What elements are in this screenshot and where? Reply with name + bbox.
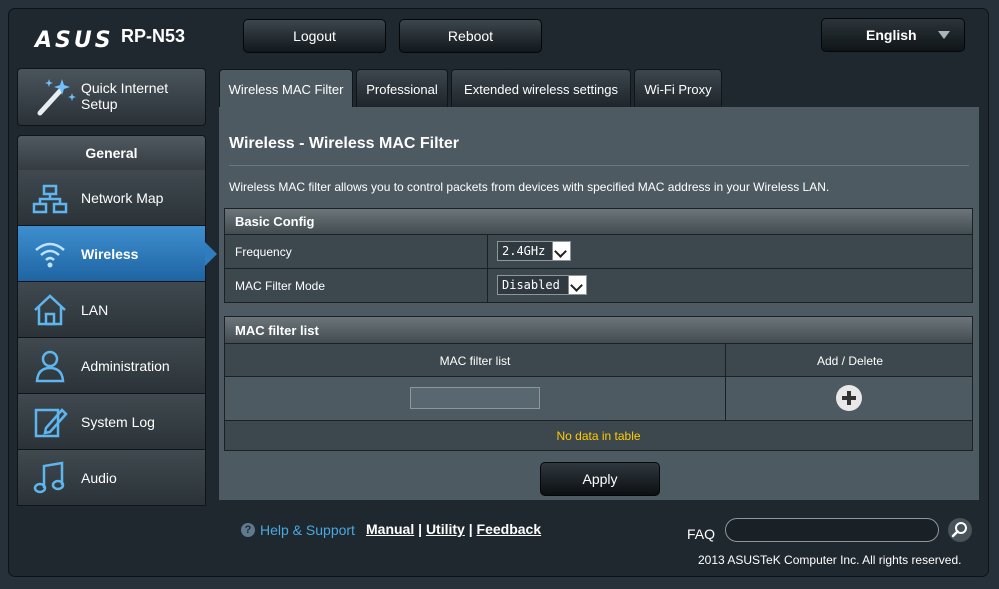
sidebar-item-lan[interactable]: LAN — [17, 282, 206, 338]
column-mac-filter-list: MAC filter list — [439, 354, 511, 368]
user-icon — [35, 350, 65, 383]
utility-link[interactable]: Utility — [426, 521, 465, 537]
house-icon — [34, 294, 66, 326]
quick-internet-setup-button[interactable]: Quick Internet Setup — [17, 68, 206, 126]
page-description: Wireless MAC filter allows you to contro… — [229, 180, 830, 194]
language-select[interactable]: English — [821, 18, 965, 52]
tab-wireless-mac-filter[interactable]: Wireless MAC Filter — [219, 69, 353, 108]
mac-list-columns: MAC filter list Add / Delete — [224, 344, 973, 377]
help-support-link[interactable]: ? Help & Support — [241, 522, 355, 538]
copyright: 2013 ASUSTeK Computer Inc. All rights re… — [698, 553, 962, 567]
sidebar-item-label: Wireless — [81, 246, 139, 262]
mac-address-input[interactable] — [410, 387, 540, 409]
tab-professional[interactable]: Professional — [356, 69, 448, 108]
title-divider — [229, 165, 969, 166]
frequency-select[interactable]: 2.4GHz — [497, 241, 571, 261]
search-button[interactable] — [948, 518, 972, 542]
mac-filter-list-header: MAC filter list — [224, 316, 973, 344]
add-plus-icon[interactable] — [836, 385, 862, 411]
faq-label: FAQ — [687, 526, 716, 542]
sidebar-item-network-map[interactable]: Network Map — [17, 170, 206, 226]
sidebar-item-label: System Log — [81, 414, 155, 430]
network-map-icon — [32, 184, 68, 214]
sidebar-item-administration[interactable]: Administration — [17, 338, 206, 394]
empty-table-message: No data in table — [224, 421, 973, 451]
search-icon — [951, 522, 967, 538]
basic-config-header: Basic Config — [224, 208, 973, 235]
frequency-label: Frequency — [235, 245, 292, 259]
frequency-row: Frequency 2.4GHz — [224, 235, 973, 269]
footer-links: Manual | Utility | Feedback — [366, 521, 542, 537]
sidebar-item-audio[interactable]: Audio — [17, 450, 206, 506]
column-add-delete: Add / Delete — [816, 354, 884, 368]
model-name: RP-N53 — [121, 26, 186, 46]
wifi-icon — [35, 242, 65, 268]
faq-search-input[interactable] — [725, 518, 939, 542]
reboot-button[interactable]: Reboot — [399, 19, 542, 53]
sidebar-item-label: Audio — [81, 470, 117, 486]
manual-link[interactable]: Manual — [366, 521, 414, 537]
mac-filter-mode-row: MAC Filter Mode Disabled — [224, 269, 973, 303]
sidebar-item-label: Administration — [81, 358, 170, 374]
sidebar-item-label: Network Map — [81, 190, 164, 206]
page-title: Wireless - Wireless MAC Filter — [229, 135, 460, 152]
magic-wand-icon — [37, 79, 76, 116]
header: ASUS RP-N53 Logout Reboot English — [9, 9, 988, 63]
chevron-down-icon — [568, 276, 586, 294]
sidebar-item-wireless[interactable]: Wireless — [17, 226, 217, 282]
sidebar-section-general: General — [17, 135, 206, 171]
music-note-icon — [33, 461, 65, 494]
quick-setup-label: Quick Internet Setup — [81, 80, 169, 112]
log-edit-icon — [34, 408, 68, 438]
tab-wifi-proxy[interactable]: Wi-Fi Proxy — [634, 69, 722, 108]
chevron-down-icon — [552, 242, 570, 260]
mac-filter-mode-select[interactable]: Disabled — [497, 275, 587, 295]
sidebar-item-label: LAN — [81, 302, 109, 318]
help-icon: ? — [241, 523, 255, 537]
chevron-down-icon — [938, 31, 950, 39]
logout-button[interactable]: Logout — [243, 19, 386, 53]
apply-button[interactable]: Apply — [540, 462, 660, 496]
mac-entry-row — [224, 377, 973, 421]
tab-extended-wireless-settings[interactable]: Extended wireless settings — [451, 69, 631, 108]
feedback-link[interactable]: Feedback — [477, 521, 542, 537]
language-label: English — [866, 27, 917, 43]
sidebar-item-system-log[interactable]: System Log — [17, 394, 206, 450]
asus-logo: ASUS — [35, 28, 114, 53]
mac-filter-mode-label: MAC Filter Mode — [235, 279, 326, 293]
